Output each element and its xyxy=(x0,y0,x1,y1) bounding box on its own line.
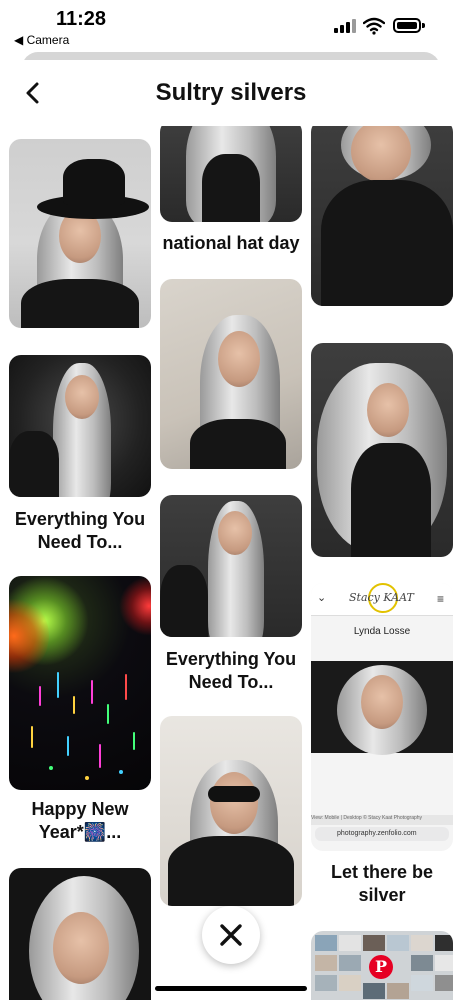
pinterest-logo-icon: P xyxy=(369,955,393,979)
pin-image-collage[interactable]: P xyxy=(311,931,453,1000)
pin-image-fireworks[interactable] xyxy=(9,576,151,790)
chevron-down-icon: ⌄ xyxy=(317,592,327,604)
website-footer: View: Mobile | Desktop © Stacy Kaat Phot… xyxy=(311,815,453,825)
clock: 11:28 xyxy=(56,8,107,30)
pin-image-long-silver-hair-2[interactable] xyxy=(160,495,302,637)
website-name: Lynda Losse xyxy=(353,626,411,637)
pin-title[interactable]: Let there be silver xyxy=(311,861,453,907)
address-bar: photography.zenfolio.com xyxy=(315,827,449,841)
board-header: Sultry silvers xyxy=(0,60,462,126)
back-to-camera-link[interactable]: ◀ Camera xyxy=(14,33,69,47)
status-bar: 11:28 ◀ Camera xyxy=(0,0,462,52)
pin-title[interactable]: Everything You Need To... xyxy=(9,508,151,554)
cellular-signal-icon xyxy=(334,19,356,33)
pin-title[interactable]: Everything You Need To... xyxy=(160,648,302,694)
pin-image-short-silver-hair[interactable] xyxy=(311,126,453,306)
menu-icon: ≡ xyxy=(437,592,445,606)
pin-image-long-silver-hair[interactable] xyxy=(9,355,151,497)
pin-title[interactable]: Happy New Year*🎆... xyxy=(9,798,151,844)
website-header: ⌄ Stacy KAAT ≡ xyxy=(311,583,453,616)
pin-image-silver-curls[interactable] xyxy=(9,868,151,1000)
url-text: photography.zenfolio.com xyxy=(337,830,417,837)
battery-tip xyxy=(422,23,425,28)
battery-icon xyxy=(393,18,421,33)
website-photo xyxy=(311,661,453,755)
pin-image-wavy-silver-hair[interactable] xyxy=(311,343,453,557)
close-icon xyxy=(220,924,242,946)
wifi-icon xyxy=(363,17,385,35)
pin-image-silver-hair-top[interactable] xyxy=(160,126,302,222)
stacy-kaat-logo: Stacy KAAT xyxy=(349,591,414,604)
pin-image-hat-woman[interactable] xyxy=(9,139,151,328)
pin-image-woman-by-window[interactable] xyxy=(160,279,302,469)
home-indicator[interactable] xyxy=(155,986,307,991)
pin-image-sunglasses-woman[interactable] xyxy=(160,716,302,906)
board-title: Sultry silvers xyxy=(155,79,307,106)
pin-feed[interactable]: Everything You Need To... Happy New Year… xyxy=(0,126,462,1000)
close-button[interactable] xyxy=(202,906,260,964)
pin-title[interactable]: national hat day xyxy=(160,232,302,255)
pin-image-stacy-kaat-website[interactable]: ⌄ Stacy KAAT ≡ Lynda Losse View: Mobile … xyxy=(311,583,453,851)
